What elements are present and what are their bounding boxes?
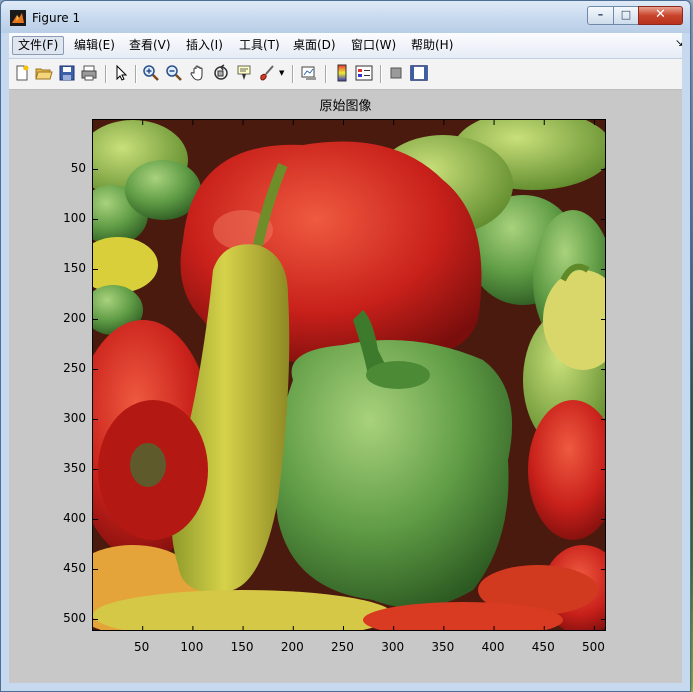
menu-desktop[interactable]: 桌面(D) <box>288 36 341 55</box>
data-cursor-icon[interactable] <box>235 64 253 82</box>
figure-toolbar: ▼ <box>9 59 682 90</box>
toolbar-separator <box>380 65 382 83</box>
matlab-icon <box>10 10 26 26</box>
toolbar-separator <box>325 65 327 83</box>
toolbar-separator <box>292 65 294 83</box>
zoom-in-icon[interactable] <box>142 64 160 82</box>
plot-title: 原始图像 <box>319 99 372 114</box>
y-tick-label: 300 <box>63 410 86 425</box>
show-plot-tools-icon[interactable] <box>410 64 428 82</box>
dropdown-arrow-icon[interactable]: ▼ <box>279 69 287 77</box>
x-tick-label: 200 <box>280 640 304 654</box>
menu-file[interactable]: 文件(F) <box>12 36 65 55</box>
menu-bar: 文件(F) 编辑(E) 查看(V) 插入(I) 工具(T) 桌面(D) 窗口(W… <box>9 33 683 59</box>
toolbar-separator <box>105 65 107 83</box>
toolbar-separator <box>135 65 137 83</box>
link-plot-icon[interactable] <box>300 64 318 82</box>
y-tick-label: 50 <box>70 160 86 175</box>
open-file-icon[interactable] <box>35 64 53 82</box>
maximize-icon: □ <box>620 8 632 21</box>
menu-view[interactable]: 查看(V) <box>124 36 176 55</box>
peppers-image <box>93 120 605 630</box>
print-icon[interactable] <box>80 64 98 82</box>
figure-window: Figure 1 – □ ✕ 文件(F) 编辑(E) 查看(V) 插入(I) 工… <box>0 0 691 692</box>
y-tick-label: 450 <box>63 560 86 575</box>
window-bottom-border <box>1 683 690 691</box>
menu-insert[interactable]: 插入(I) <box>181 36 228 55</box>
image-axes[interactable] <box>92 119 606 631</box>
close-button[interactable]: ✕ <box>638 6 683 25</box>
y-tick-label: 400 <box>63 510 86 525</box>
x-tick-label: 150 <box>230 640 254 654</box>
x-tick-label: 500 <box>581 640 605 654</box>
x-tick-label: 450 <box>531 640 555 654</box>
x-tick-label: 300 <box>381 640 405 654</box>
figure-canvas: 原始图像 50 100 150 200 250 300 350 400 450 … <box>9 90 682 683</box>
y-tick-label: 150 <box>63 260 86 275</box>
minimize-icon: – <box>597 8 604 21</box>
close-icon: ✕ <box>655 7 666 22</box>
menu-tools[interactable]: 工具(T) <box>234 36 285 55</box>
maximize-button[interactable]: □ <box>613 6 639 25</box>
x-tick-label: 350 <box>431 640 455 654</box>
colorbar-icon[interactable] <box>333 64 351 82</box>
y-tick-label: 250 <box>63 360 86 375</box>
title-bar[interactable]: Figure 1 – □ ✕ <box>1 1 690 33</box>
zoom-out-icon[interactable] <box>165 64 183 82</box>
client-area: 文件(F) 编辑(E) 查看(V) 插入(I) 工具(T) 桌面(D) 窗口(W… <box>9 33 683 683</box>
x-tick-label: 100 <box>180 640 204 654</box>
x-tick-label: 400 <box>481 640 505 654</box>
pan-icon[interactable] <box>189 64 207 82</box>
minimize-button[interactable]: – <box>587 6 614 25</box>
new-figure-icon[interactable] <box>13 64 31 82</box>
rotate-3d-icon[interactable] <box>212 64 230 82</box>
x-tick-label: 50 <box>134 640 150 654</box>
menu-edit[interactable]: 编辑(E) <box>69 36 120 55</box>
y-tick-label: 500 <box>63 610 86 625</box>
y-tick-label: 200 <box>63 310 86 325</box>
menu-help[interactable]: 帮助(H) <box>406 36 458 55</box>
y-tick-label: 100 <box>63 210 86 225</box>
x-tick-label: 250 <box>331 640 354 654</box>
legend-icon[interactable] <box>355 64 373 82</box>
menu-overflow-icon[interactable]: ↘ <box>675 38 683 49</box>
window-title: Figure 1 <box>32 11 81 25</box>
pointer-icon[interactable] <box>112 64 130 82</box>
save-icon[interactable] <box>58 64 76 82</box>
hide-plot-tools-icon[interactable] <box>387 64 405 82</box>
brush-icon[interactable] <box>258 64 276 82</box>
y-tick-label: 350 <box>63 460 86 475</box>
menu-window[interactable]: 窗口(W) <box>346 36 401 55</box>
